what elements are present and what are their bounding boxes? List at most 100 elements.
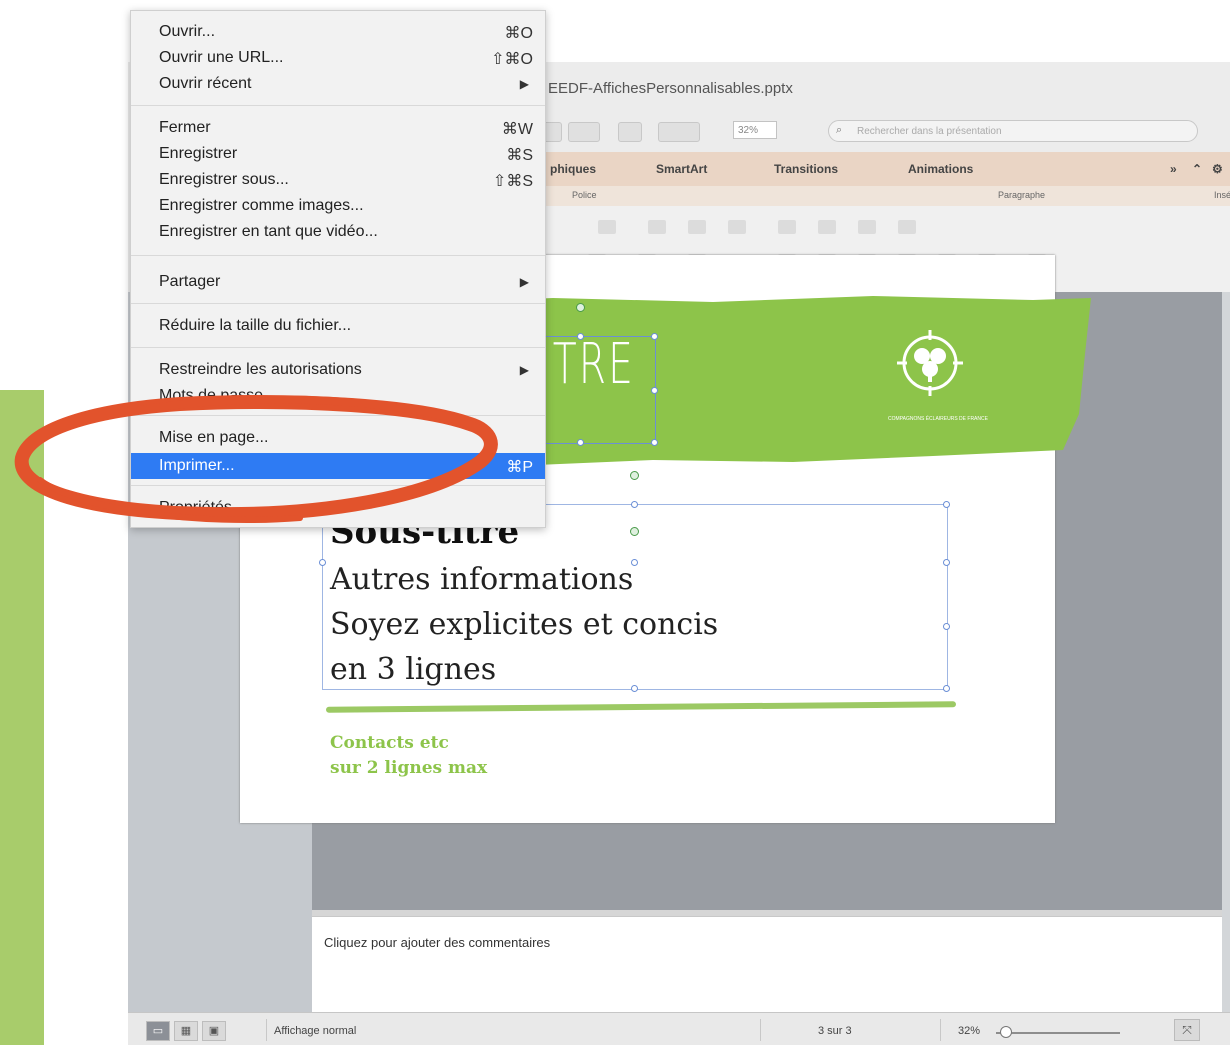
normal-view-icon[interactable]: ▭ bbox=[146, 1021, 170, 1041]
menu-item-enregistrer-sous[interactable]: Enregistrer sous... ⇧⌘S bbox=[131, 167, 545, 193]
resize-handle[interactable] bbox=[631, 501, 638, 508]
notes-placeholder: Cliquez pour ajouter des commentaires bbox=[324, 935, 551, 950]
columns-icon[interactable] bbox=[898, 220, 916, 234]
notes-pane[interactable]: Cliquez pour ajouter des commentaires bbox=[312, 916, 1222, 1013]
menu-item-enregistrer[interactable]: Enregistrer ⌘S bbox=[131, 141, 545, 167]
sorter-view-icon[interactable]: ▦ bbox=[174, 1021, 198, 1041]
menu-item-label: Enregistrer comme images... bbox=[159, 197, 364, 214]
logo-caption: COMPAGNONS ÉCLAIREURS DE FRANCE bbox=[888, 416, 988, 422]
rotate-handle[interactable] bbox=[576, 303, 585, 312]
resize-handle[interactable] bbox=[651, 439, 658, 446]
menu-item-label: Partager bbox=[159, 273, 221, 290]
group-paragraphe: Paragraphe bbox=[998, 190, 1046, 200]
menu-item-ouvrir-recent[interactable]: Ouvrir récent ▶ bbox=[131, 71, 545, 97]
slide-body-line[interactable]: Soyez explicites et concis bbox=[330, 607, 718, 642]
font-size-up-icon[interactable] bbox=[598, 220, 616, 234]
font-size-down-icon[interactable] bbox=[648, 220, 666, 234]
status-separator bbox=[940, 1019, 941, 1041]
status-bar: ▭ ▦ ▣ Affichage normal 3 sur 3 32% ⤧ bbox=[128, 1012, 1230, 1045]
clear-format-icon[interactable] bbox=[688, 220, 706, 234]
chevron-right-icon: ▶ bbox=[519, 275, 529, 289]
menu-item-ouvrir-url[interactable]: Ouvrir une URL... ⇧⌘O bbox=[131, 45, 545, 71]
slide-body-line[interactable]: en 3 lignes bbox=[330, 652, 496, 687]
status-separator bbox=[760, 1019, 761, 1041]
shortcut-label: ⇧⌘O bbox=[491, 51, 533, 68]
menu-item-partager[interactable]: Partager ▶ bbox=[131, 269, 545, 295]
chevron-right-icon: ▶ bbox=[519, 363, 529, 377]
menu-item-fermer[interactable]: Fermer ⌘W bbox=[131, 115, 545, 141]
quick-toolbar: 32% Rechercher dans la présentation ⌕ bbox=[538, 118, 1230, 144]
menu-separator bbox=[131, 347, 545, 348]
zoom-field[interactable]: 32% bbox=[733, 121, 777, 139]
shortcut-label: ⌘W bbox=[501, 121, 533, 138]
resize-handle[interactable] bbox=[651, 333, 658, 340]
menu-item-enregistrer-video[interactable]: Enregistrer en tant que vidéo... bbox=[131, 219, 545, 245]
resize-handle[interactable] bbox=[577, 333, 584, 340]
vertical-scrollbar[interactable] bbox=[1222, 292, 1230, 1012]
tab-graphiques[interactable]: phiques bbox=[550, 162, 596, 176]
menu-item-ouvrir[interactable]: Ouvrir... ⌘O bbox=[131, 19, 545, 45]
menu-item-label: Ouvrir... bbox=[159, 23, 216, 40]
chevron-right-icon: ▶ bbox=[519, 77, 529, 91]
menu-item-label: Enregistrer en tant que vidéo... bbox=[159, 223, 378, 240]
window-title: EEDF-AffichesPersonnalisables.pptx bbox=[548, 80, 793, 97]
search-input[interactable]: Rechercher dans la présentation bbox=[828, 120, 1198, 142]
rotate-handle[interactable] bbox=[630, 471, 639, 480]
slide-contacts-line[interactable]: Contacts etc bbox=[330, 733, 449, 753]
search-icon: ⌕ bbox=[836, 124, 843, 136]
menu-separator bbox=[131, 255, 545, 256]
shortcut-label: ⌘O bbox=[504, 25, 533, 42]
shortcut-label: ⇧⌘S bbox=[492, 173, 533, 190]
more-tabs-button[interactable]: » bbox=[1170, 162, 1177, 176]
shortcut-label: ⌘S bbox=[506, 147, 533, 164]
collapse-ribbon-button[interactable]: ⌃ bbox=[1192, 162, 1202, 176]
ribbon-group-labels: Police Paragraphe Insé bbox=[528, 186, 1230, 207]
resize-handle[interactable] bbox=[943, 501, 950, 508]
status-separator bbox=[266, 1019, 267, 1041]
redo-button[interactable] bbox=[568, 122, 600, 142]
menu-item-label: Ouvrir récent bbox=[159, 75, 252, 92]
slide-position: 3 sur 3 bbox=[818, 1025, 852, 1037]
menu-item-enregistrer-images[interactable]: Enregistrer comme images... bbox=[131, 193, 545, 219]
numbering-icon[interactable] bbox=[818, 220, 836, 234]
text-case-icon[interactable] bbox=[728, 220, 746, 234]
menu-separator bbox=[131, 105, 545, 106]
menu-item-label: Réduire la taille du fichier... bbox=[159, 317, 352, 334]
bullets-icon[interactable] bbox=[778, 220, 796, 234]
group-police: Police bbox=[572, 190, 597, 200]
rotate-handle[interactable] bbox=[630, 527, 639, 536]
gear-icon[interactable]: ⚙ bbox=[1212, 162, 1223, 176]
indent-icon[interactable] bbox=[858, 220, 876, 234]
menu-item-label: Fermer bbox=[159, 119, 211, 136]
resize-handle[interactable] bbox=[631, 685, 638, 692]
menu-item-label: Restreindre les autorisations bbox=[159, 361, 362, 378]
tab-animations[interactable]: Animations bbox=[908, 162, 973, 176]
slide-body-line[interactable]: Autres informations bbox=[330, 562, 633, 597]
annotation-circle bbox=[14, 395, 498, 524]
group-inserer: Insé bbox=[1214, 190, 1230, 200]
print-button[interactable] bbox=[618, 122, 642, 142]
ribbon-tabs: phiques SmartArt Transitions Animations … bbox=[528, 152, 1230, 186]
zoom-percent: 32% bbox=[958, 1025, 981, 1037]
fit-window-icon[interactable]: ⤧ bbox=[1174, 1019, 1200, 1041]
zoom-slider[interactable] bbox=[996, 1032, 1120, 1034]
resize-handle[interactable] bbox=[943, 559, 950, 566]
resize-handle[interactable] bbox=[319, 559, 326, 566]
resize-handle[interactable] bbox=[943, 623, 950, 630]
menu-item-label: Ouvrir une URL... bbox=[159, 49, 284, 66]
menu-item-reduire-taille[interactable]: Réduire la taille du fichier... bbox=[131, 313, 545, 339]
slide-contacts-line[interactable]: sur 2 lignes max bbox=[330, 758, 487, 778]
view-mode-label: Affichage normal bbox=[274, 1025, 357, 1037]
resize-handle[interactable] bbox=[651, 387, 658, 394]
menu-item-label: Enregistrer bbox=[159, 145, 238, 162]
trefoil-logo bbox=[897, 330, 963, 396]
tab-smartart[interactable]: SmartArt bbox=[656, 162, 707, 176]
slideshow-button[interactable] bbox=[658, 122, 700, 142]
resize-handle[interactable] bbox=[577, 439, 584, 446]
resize-handle[interactable] bbox=[943, 685, 950, 692]
slideshow-icon[interactable]: ▣ bbox=[202, 1021, 226, 1041]
menu-item-label: Enregistrer sous... bbox=[159, 171, 289, 188]
tab-transitions[interactable]: Transitions bbox=[774, 162, 838, 176]
zoom-slider-knob[interactable] bbox=[1000, 1026, 1012, 1038]
menu-separator bbox=[131, 303, 545, 304]
